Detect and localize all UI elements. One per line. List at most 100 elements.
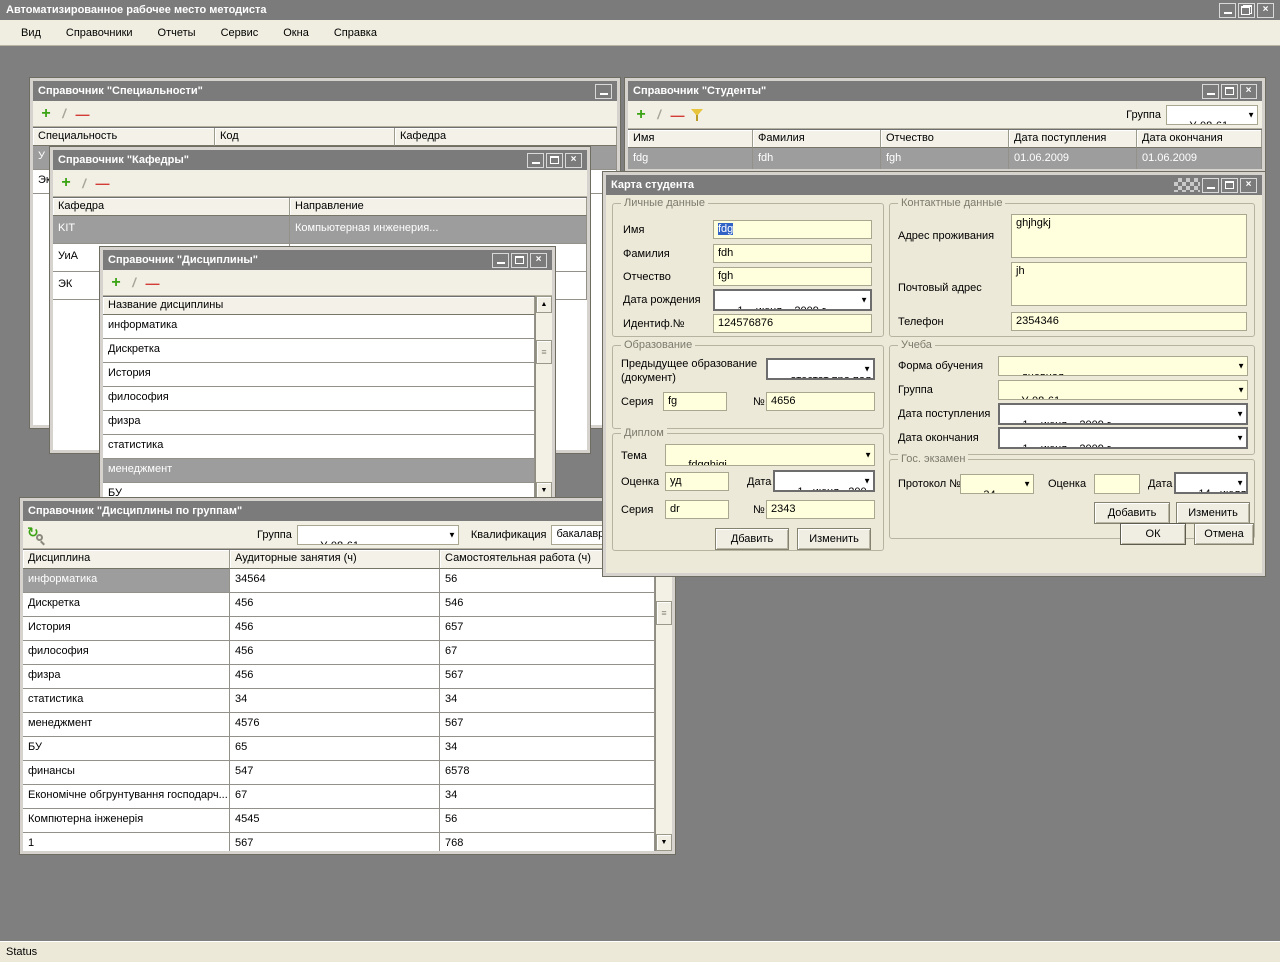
grade-field[interactable]: уд [665,472,729,491]
scroll-down-arrow-icon[interactable]: ▼ [536,482,552,499]
table-row[interactable]: статистика 34 34 [23,689,655,713]
table-row[interactable]: KIT Компьютерная инженерия... [53,216,587,244]
students-close-button[interactable]: × [1240,84,1257,99]
table-row[interactable]: финансы 547 6578 [23,761,655,785]
exam-edit-button[interactable]: Изменить [1176,502,1250,524]
series-field[interactable]: fg [663,392,727,411]
table-row[interactable]: философия 456 67 [23,641,655,665]
exam-add-button[interactable]: Добавить [1094,502,1170,524]
series-field[interactable]: dr [665,500,729,519]
filter-icon[interactable] [690,107,706,123]
table-row[interactable]: Економічне обгрунтування господарч... 67… [23,785,655,809]
card-maximize-button[interactable] [1221,178,1238,193]
study-form-select[interactable]: дневная ▼ [998,356,1248,376]
table-row[interactable]: 1 567 768 [23,833,655,851]
protocol-select[interactable]: 34 ▼ [960,474,1034,494]
table-row[interactable]: менеджмент 4576 567 [23,713,655,737]
mail-address-field[interactable]: jh [1011,262,1247,306]
card-close-button[interactable]: × [1240,178,1257,193]
exam-date-picker[interactable]: 14 июля ▼ [1174,472,1248,494]
add-icon[interactable]: + [107,274,125,292]
group-disciplines-scrollbar[interactable]: ▲ ≡ ▼ [655,549,672,851]
disciplines-scrollbar[interactable]: ▲ ≡ ▼ [535,296,552,499]
list-item[interactable]: физра [103,411,535,435]
delete-icon[interactable]: — [668,106,686,124]
menu-item-servis[interactable]: Сервис [212,24,268,42]
departments-minimize-button[interactable] [527,153,544,168]
students-group-select[interactable]: У-08-61 ▼ [1166,105,1258,125]
disciplines-titlebar[interactable]: Справочник "Дисциплины" × [103,250,552,270]
id-field[interactable]: 124576876 [713,314,872,333]
diploma-add-button[interactable]: Дбавить [715,528,789,550]
menu-item-okna[interactable]: Окна [274,24,318,42]
add-icon[interactable]: + [37,105,55,123]
table-row[interactable]: История 456 657 [23,617,655,641]
list-item[interactable]: статистика [103,435,535,459]
edit-pencil-icon[interactable]: / [650,106,668,124]
scrollbar-thumb[interactable]: ≡ [656,601,672,625]
disciplines-maximize-button[interactable] [511,253,528,268]
delete-icon[interactable]: — [73,105,91,123]
table-row[interactable]: Компютерна інженерія 4545 56 [23,809,655,833]
app-minimize-button[interactable] [1219,3,1236,18]
menu-item-vid[interactable]: Вид [12,24,50,42]
group-disciplines-titlebar[interactable]: Справочник "Дисциплины по группам" [23,501,672,521]
table-row[interactable]: физра 456 567 [23,665,655,689]
list-item[interactable]: философия [103,387,535,411]
edit-pencil-icon[interactable]: / [55,105,73,123]
list-item[interactable]: менеджмент [103,459,535,483]
enroll-date-picker[interactable]: 1 июня 2009 г. ▼ [998,403,1248,425]
students-titlebar[interactable]: Справочник "Студенты" × [628,81,1262,101]
scrollbar-thumb[interactable]: ≡ [536,340,552,364]
previous-education-select[interactable]: атестат про пол ▼ [766,358,875,380]
cancel-button[interactable]: Отмена [1194,523,1254,545]
card-minimize-button[interactable] [1202,178,1219,193]
edit-pencil-icon[interactable]: / [75,174,93,192]
exam-grade-field[interactable] [1094,474,1140,494]
table-row[interactable]: fdg fdh fgh 01.06.2009 01.06.2009 [628,148,1262,169]
number-field[interactable]: 2343 [766,500,875,519]
list-item[interactable]: История [103,363,535,387]
study-group-select[interactable]: У-08-61 ▼ [998,380,1248,400]
ok-button[interactable]: ОК [1120,523,1186,545]
departments-close-button[interactable]: × [565,153,582,168]
group-select[interactable]: У-08-61 ▼ [297,525,459,545]
list-item[interactable]: информатика [103,315,535,339]
diploma-edit-button[interactable]: Изменить [797,528,871,550]
scroll-up-arrow-icon[interactable]: ▲ [536,296,552,313]
disciplines-minimize-button[interactable] [492,253,509,268]
student-card-titlebar[interactable]: Карта студента × [606,175,1262,195]
refresh-search-icon[interactable]: ↻ [27,526,45,544]
list-item[interactable]: БУ [103,483,535,499]
add-icon[interactable]: + [632,106,650,124]
finish-date-picker[interactable]: 1 июня 2009 г. ▼ [998,427,1248,449]
students-maximize-button[interactable] [1221,84,1238,99]
delete-icon[interactable]: — [93,174,111,192]
table-row[interactable]: Дискретка 456 546 [23,593,655,617]
name-field[interactable]: fdg [713,220,872,239]
disciplines-close-button[interactable]: × [530,253,547,268]
patronymic-field[interactable]: fgh [713,267,872,286]
add-icon[interactable]: + [57,174,75,192]
scroll-down-arrow-icon[interactable]: ▼ [656,834,672,851]
birthdate-picker[interactable]: 1 июня 2009 г. ▼ [713,289,872,311]
specialties-minimize-button[interactable] [595,84,612,99]
table-row[interactable]: информатика 34564 56 [23,569,655,593]
delete-icon[interactable]: — [143,274,161,292]
number-field[interactable]: 4656 [766,392,875,411]
app-restore-button[interactable] [1238,3,1255,18]
phone-field[interactable]: 2354346 [1011,312,1247,331]
app-close-button[interactable]: × [1257,3,1274,18]
table-row[interactable]: БУ 65 34 [23,737,655,761]
menu-item-spravochniki[interactable]: Справочники [57,24,142,42]
theme-select[interactable]: fdgghjgj ▼ [665,444,875,466]
menu-item-spravka[interactable]: Справка [325,24,386,42]
list-item[interactable]: Дискретка [103,339,535,363]
specialties-titlebar[interactable]: Справочник "Специальности" [33,81,617,101]
students-minimize-button[interactable] [1202,84,1219,99]
diploma-date-picker[interactable]: 1 июня 200 ▼ [773,470,875,492]
menu-item-otchety[interactable]: Отчеты [149,24,205,42]
edit-pencil-icon[interactable]: / [125,274,143,292]
address-field[interactable]: ghjhgkj [1011,214,1247,258]
departments-titlebar[interactable]: Справочник "Кафедры" × [53,150,587,170]
